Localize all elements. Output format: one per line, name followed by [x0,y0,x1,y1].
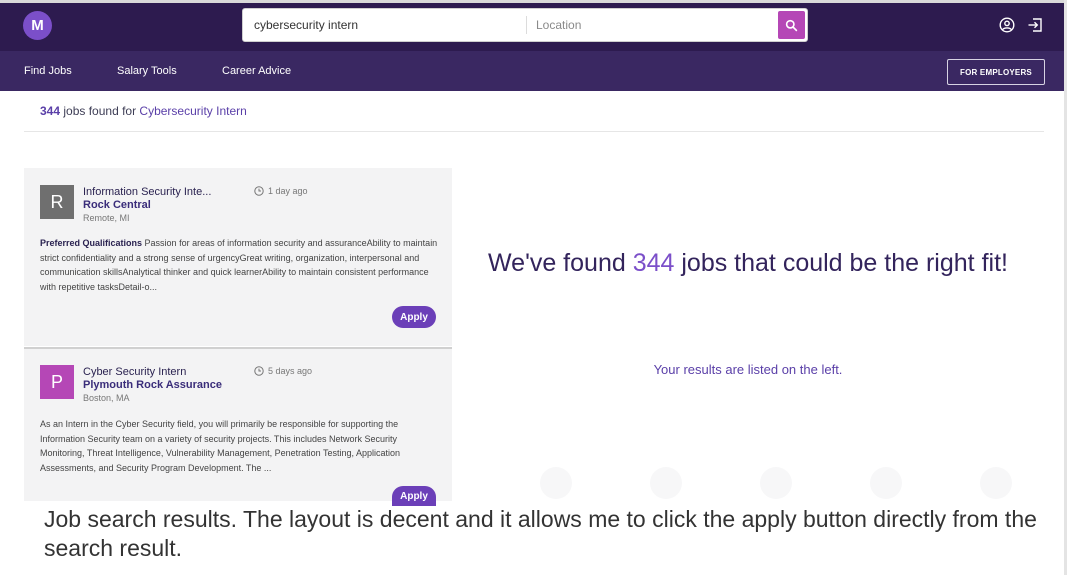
placeholder-shape [650,467,682,499]
nav-find-jobs[interactable]: Find Jobs [24,65,72,77]
job-description: As an Intern in the Cyber Security field… [40,419,401,473]
job-description: Preferred Qualifications Passion for are… [40,236,440,294]
job-title[interactable]: Information Security Inte... [83,186,211,198]
logout-icon[interactable] [1027,17,1043,33]
posted-time: 5 days ago [254,366,312,376]
company-badge: R [40,185,74,219]
headline-pre: We've found [488,249,633,277]
results-count: 344 [40,104,61,118]
results-subtitle: Your results are listed on the left. [653,362,843,377]
logo[interactable]: M [23,11,52,40]
search-icon [785,19,798,31]
results-headline: We've found 344 jobs that could be the r… [462,242,1034,285]
nav-salary-tools[interactable]: Salary Tools [117,65,177,77]
clock-icon [254,366,264,376]
placeholder-shape [760,467,792,499]
job-card[interactable]: P Cyber Security Intern Plymouth Rock As… [24,347,452,506]
posted-time-text: 5 days ago [268,366,313,376]
company-badge: P [40,365,74,399]
screenshot-caption: Job search results. The layout is decent… [44,506,1037,561]
posted-time-text: 1 day ago [268,186,308,196]
job-title[interactable]: Cyber Security Intern [83,366,186,378]
nav-career-advice[interactable]: Career Advice [222,65,291,77]
headline-count: 344 [632,249,675,277]
job-card[interactable]: R Information Security Inte... Rock Cent… [24,168,452,346]
clock-icon [254,186,264,196]
job-location: Boston, MA [83,393,130,403]
divider [24,131,1044,132]
nav-bar: Find Jobs Salary Tools Career Advice FOR… [0,51,1064,91]
description-label: Preferred Qualifications [40,238,143,248]
company-name[interactable]: Plymouth Rock Assurance [83,379,222,391]
for-employers-button[interactable]: FOR EMPLOYERS [947,59,1045,85]
top-bar: M [0,0,1064,51]
company-name[interactable]: Rock Central [83,199,151,211]
search-bar [242,8,808,42]
results-summary: 344 jobs found for Cybersecurity Intern [40,104,247,118]
headline-post: jobs that could be the right fit! [674,249,1008,277]
placeholder-shape [980,467,1012,499]
placeholder-shape [870,467,902,499]
placeholder-shape [540,467,572,499]
job-location: Remote, MI [83,213,130,223]
account-icon[interactable] [999,17,1015,33]
apply-button[interactable]: Apply [392,306,436,328]
results-query: Cybersecurity Intern [139,104,247,118]
results-text: jobs found for [60,104,140,118]
search-button[interactable] [778,11,805,39]
posted-time: 1 day ago [254,186,308,196]
search-input[interactable] [243,9,526,41]
apply-button[interactable]: Apply [392,486,436,506]
location-input[interactable] [527,9,777,41]
